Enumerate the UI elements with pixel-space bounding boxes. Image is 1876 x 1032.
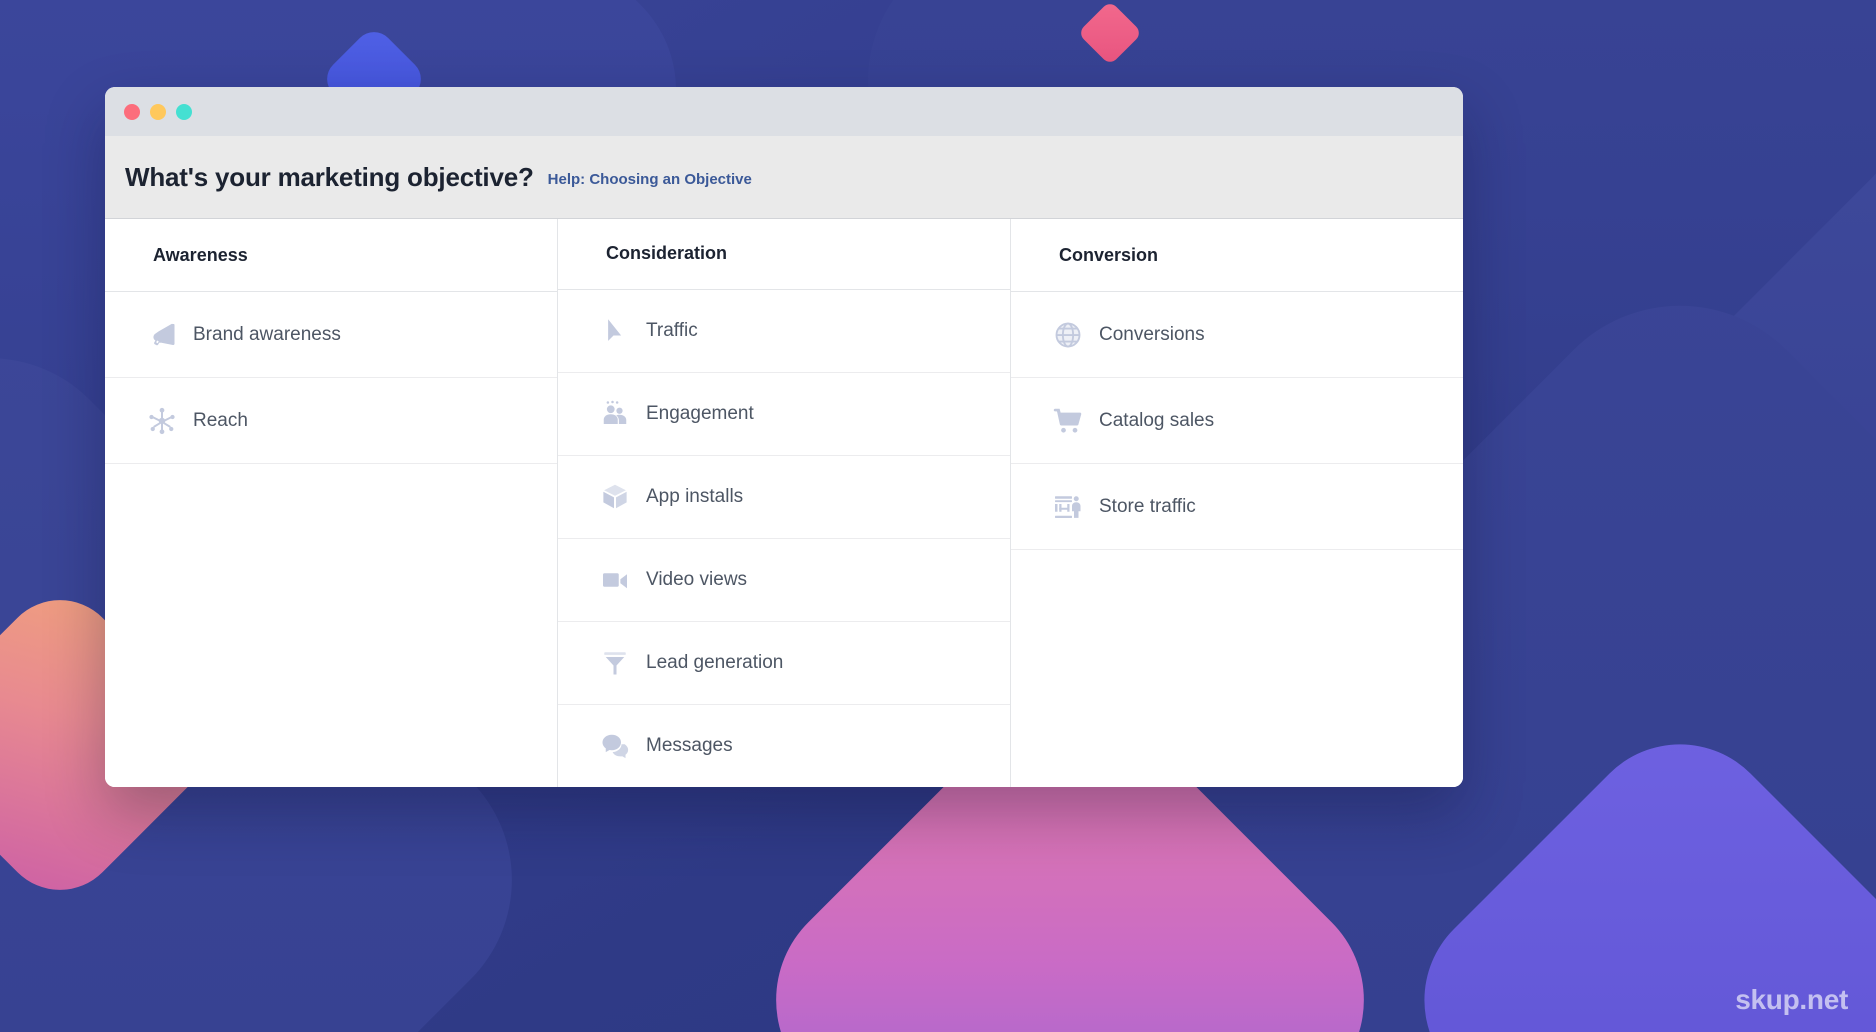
- reach-hub-icon: [145, 404, 179, 438]
- column-title-conversion: Conversion: [1011, 219, 1463, 292]
- funnel-icon: [598, 646, 632, 680]
- objective-label: Store traffic: [1099, 495, 1196, 517]
- column-conversion: Conversion Conversions Catalog sales Sto…: [1011, 219, 1463, 787]
- browser-window: What's your marketing objective? Help: C…: [105, 87, 1463, 787]
- objective-conversions[interactable]: Conversions: [1011, 292, 1463, 378]
- page-title: What's your marketing objective?: [125, 161, 534, 192]
- maximize-window-button[interactable]: [176, 103, 192, 120]
- objectives-columns: Awareness Brand awareness Reach Consider…: [105, 219, 1463, 787]
- screenshot-root: What's your marketing objective? Help: C…: [0, 0, 1876, 1032]
- column-title-awareness: Awareness: [105, 219, 557, 292]
- minimize-window-button[interactable]: [150, 103, 166, 120]
- help-choosing-objective-link[interactable]: Help: Choosing an Objective: [548, 171, 752, 188]
- objective-label: Traffic: [646, 319, 698, 341]
- globe-icon: [1051, 318, 1085, 352]
- objective-traffic[interactable]: Traffic: [558, 289, 1010, 373]
- objective-app-installs[interactable]: App installs: [558, 455, 1010, 539]
- watermark: skup.net: [1735, 984, 1848, 1015]
- objective-brand-awareness[interactable]: Brand awareness: [105, 292, 557, 378]
- video-camera-icon: [598, 563, 632, 597]
- objective-engagement[interactable]: Engagement: [558, 372, 1010, 456]
- column-filler-awareness: [105, 464, 557, 787]
- objective-label: Reach: [193, 409, 248, 431]
- cursor-arrow-icon: [598, 314, 632, 348]
- column-consideration: Consideration Traffic Engagement App ins…: [558, 219, 1011, 787]
- window-titlebar: [105, 87, 1463, 136]
- shopping-cart-icon: [1051, 404, 1085, 438]
- megaphone-icon: [145, 318, 179, 352]
- objective-label: Messages: [646, 734, 733, 756]
- column-awareness: Awareness Brand awareness Reach: [105, 219, 558, 787]
- cube-icon: [598, 480, 632, 514]
- column-filler-conversion: [1011, 550, 1463, 787]
- objective-messages[interactable]: Messages: [558, 704, 1010, 787]
- objective-label: Lead generation: [646, 651, 784, 673]
- objective-lead-generation[interactable]: Lead generation: [558, 621, 1010, 705]
- page-header: What's your marketing objective? Help: C…: [105, 136, 1463, 219]
- objective-reach[interactable]: Reach: [105, 378, 557, 464]
- objective-label: Catalog sales: [1099, 409, 1215, 431]
- objective-video-views[interactable]: Video views: [558, 538, 1010, 622]
- close-window-button[interactable]: [124, 103, 140, 120]
- column-title-consideration: Consideration: [558, 219, 1010, 290]
- objective-catalog-sales[interactable]: Catalog sales: [1011, 378, 1463, 464]
- objective-label: Engagement: [646, 402, 754, 424]
- storefront-icon: [1051, 490, 1085, 524]
- people-icon: [598, 397, 632, 431]
- objective-label: App installs: [646, 485, 744, 507]
- objective-store-traffic[interactable]: Store traffic: [1011, 464, 1463, 550]
- objective-label: Conversions: [1099, 323, 1205, 345]
- objective-label: Video views: [646, 568, 748, 590]
- objective-label: Brand awareness: [193, 323, 341, 345]
- chat-bubbles-icon: [598, 729, 632, 763]
